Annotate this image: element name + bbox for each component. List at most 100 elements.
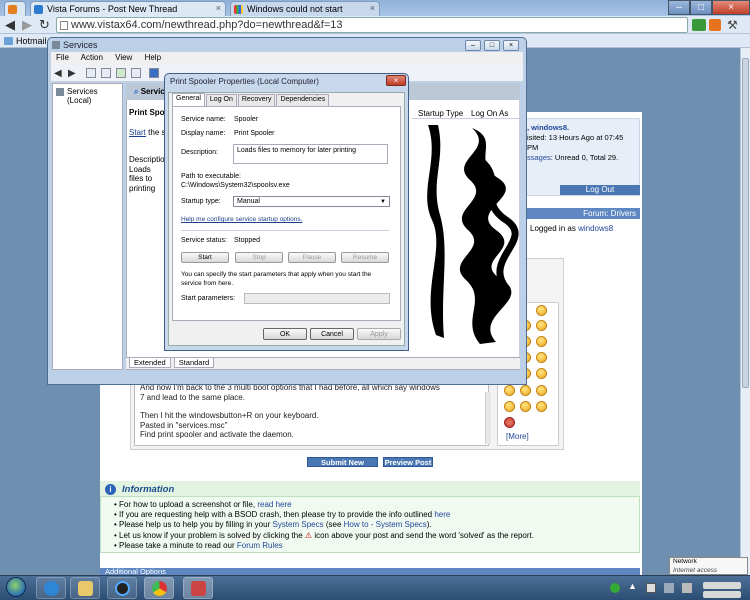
menu-file[interactable]: File <box>56 53 69 62</box>
smiley-icon[interactable] <box>536 352 547 363</box>
taskbar-services[interactable] <box>183 577 213 599</box>
tab-vista-forums[interactable]: Vista Forums - Post New Thread × <box>30 1 226 16</box>
smiley-icon[interactable] <box>536 336 547 347</box>
network-icon[interactable] <box>664 583 674 593</box>
reload-icon[interactable]: ↻ <box>39 17 50 33</box>
menu-help[interactable]: Help <box>145 53 161 62</box>
maximize-button[interactable]: □ <box>690 0 712 15</box>
preview-post-button[interactable]: Preview Post <box>383 457 433 467</box>
taskbar-explorer[interactable] <box>70 577 100 599</box>
more-smilies-link[interactable]: [More] <box>506 432 529 441</box>
forum-rules-link[interactable]: Forum Rules <box>237 541 283 550</box>
properties-icon[interactable] <box>101 68 111 78</box>
tab-close-icon[interactable]: × <box>370 3 375 13</box>
tray-app-icon[interactable] <box>610 583 620 593</box>
warning-triangle-icon: ⚠ <box>304 531 313 540</box>
tab-close-icon[interactable]: × <box>216 3 221 13</box>
page-scrollbar[interactable] <box>740 48 750 575</box>
menu-action[interactable]: Action <box>81 53 103 62</box>
tab-standard[interactable]: Standard <box>173 358 215 368</box>
extension-green-icon[interactable] <box>692 19 706 31</box>
gear-icon <box>56 88 64 96</box>
logout-button[interactable]: Log Out <box>560 185 640 195</box>
start-orb-icon[interactable] <box>6 577 26 597</box>
stop-button[interactable]: Stop <box>235 252 283 263</box>
clock[interactable] <box>700 581 745 598</box>
smiley-icon[interactable] <box>520 401 531 412</box>
apply-button[interactable]: Apply <box>357 328 401 340</box>
redaction-scribble <box>427 125 519 344</box>
blogger-icon[interactable] <box>709 19 721 31</box>
taskbar-media[interactable] <box>107 577 137 599</box>
services-maximize-button[interactable]: □ <box>484 40 500 51</box>
tray-show-hidden-icon[interactable]: ▲ <box>628 581 637 591</box>
close-button[interactable]: × <box>712 0 750 15</box>
here-link[interactable]: here <box>434 510 450 519</box>
start-button[interactable]: Start <box>181 252 229 263</box>
back-arrow-icon[interactable]: ◀ <box>54 66 62 82</box>
menu-view[interactable]: View <box>115 53 132 62</box>
tab-extended[interactable]: Extended <box>129 358 171 368</box>
description-label: Description: <box>181 149 218 156</box>
refresh-icon[interactable] <box>116 68 126 78</box>
devil-smiley-icon[interactable] <box>504 417 515 428</box>
ok-button[interactable]: OK <box>263 328 307 340</box>
smiley-icon[interactable] <box>520 385 531 396</box>
message-textarea[interactable]: And now I'm back to the 3 multi boot opt… <box>134 378 489 446</box>
description-field[interactable]: Loads files to memory for later printing <box>233 144 388 164</box>
wrench-icon[interactable]: ⚒ <box>727 18 738 32</box>
scrollbar-thumb[interactable] <box>742 58 749 388</box>
tab-log-on[interactable]: Log On <box>205 94 237 106</box>
smiley-icon[interactable] <box>536 385 547 396</box>
smiley-icon[interactable] <box>504 401 515 412</box>
smiley-icon[interactable] <box>504 385 515 396</box>
tab-recovery[interactable]: Recovery <box>237 94 276 106</box>
info-item: • Please help us to help you by filling … <box>114 520 432 529</box>
taskbar-ie[interactable] <box>36 577 66 599</box>
logged-in-user-link[interactable]: windows8 <box>578 224 613 233</box>
tab-general[interactable]: General <box>172 93 205 106</box>
how-to-system-specs-link[interactable]: How to - System Specs <box>344 520 427 529</box>
read-here-link[interactable]: read here <box>257 500 291 509</box>
media-player-icon <box>115 581 130 596</box>
start-service-link[interactable]: Start <box>129 128 146 137</box>
volume-icon[interactable] <box>682 583 692 593</box>
tab-windows-could-not-start[interactable]: Windows could not start × <box>230 1 380 16</box>
resume-button[interactable]: Resume <box>341 252 389 263</box>
taskbar-chrome[interactable] <box>144 577 174 599</box>
services-close-button[interactable]: × <box>503 40 519 51</box>
startup-help-link[interactable]: Help me configure service startup option… <box>181 216 302 223</box>
display-name-value: Print Spooler <box>234 130 275 137</box>
smiley-icon[interactable] <box>536 401 547 412</box>
forward-button[interactable]: ▶ <box>22 17 32 33</box>
back-button[interactable]: ◀ <box>5 17 15 33</box>
messages-link[interactable]: ssages <box>527 153 551 162</box>
console-tree-icon[interactable] <box>86 68 96 78</box>
address-bar[interactable]: www.vistax64.com/newthread.php?do=newthr… <box>56 17 688 33</box>
start-parameters-input[interactable] <box>244 293 390 304</box>
username-link[interactable]: , windows8. <box>527 123 569 132</box>
smiley-icon[interactable] <box>536 305 547 316</box>
tab-title: Windows could not start <box>247 4 343 14</box>
forward-arrow-icon[interactable]: ▶ <box>68 66 76 82</box>
tab-pinned[interactable] <box>4 1 26 16</box>
column-log-on-as[interactable]: Log On As <box>471 109 508 118</box>
tab-dependencies[interactable]: Dependencies <box>276 94 330 106</box>
pause-button[interactable]: Pause <box>288 252 336 263</box>
tree-item-services-local[interactable]: Services (Local) <box>56 87 122 105</box>
textarea-scrollbar[interactable] <box>485 392 491 444</box>
dialog-close-button[interactable]: × <box>386 75 406 86</box>
cancel-button[interactable]: Cancel <box>310 328 354 340</box>
submit-new-thread-button[interactable]: Submit New Thread <box>307 457 378 477</box>
bookmark-hotmail[interactable]: Hotmail <box>16 36 47 46</box>
minimize-button[interactable]: – <box>668 0 690 15</box>
smiley-icon[interactable] <box>536 368 547 379</box>
column-startup-type[interactable]: Startup Type <box>418 109 463 118</box>
help-icon[interactable] <box>149 68 159 78</box>
services-minimize-button[interactable]: – <box>465 40 481 51</box>
system-specs-link[interactable]: System Specs <box>272 520 323 529</box>
startup-type-select[interactable]: Manual ▼ <box>233 196 390 207</box>
export-icon[interactable] <box>131 68 141 78</box>
action-center-flag-icon[interactable] <box>646 583 656 593</box>
smiley-icon[interactable] <box>536 320 547 331</box>
